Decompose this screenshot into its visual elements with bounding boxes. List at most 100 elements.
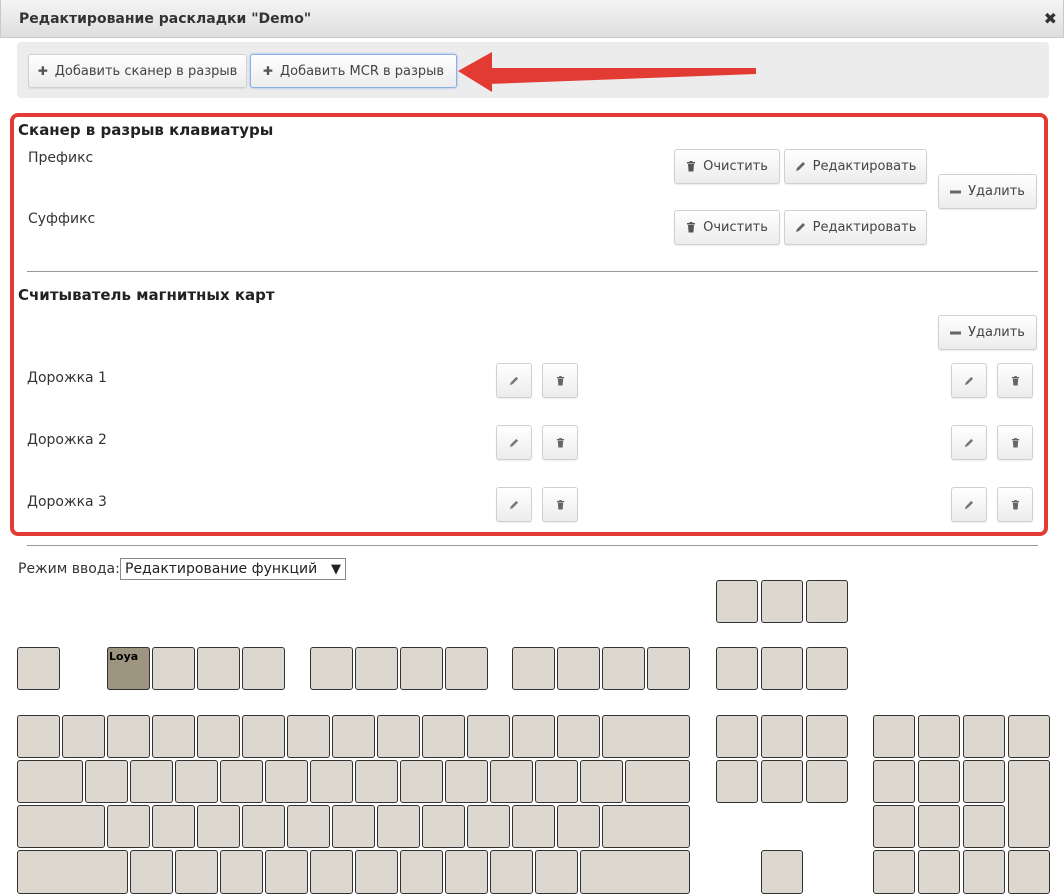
keyboard-key[interactable] — [963, 805, 1005, 848]
suffix-clear-button[interactable]: Очистить — [674, 210, 780, 245]
keyboard-key[interactable] — [535, 850, 578, 894]
keyboard-key[interactable] — [873, 760, 915, 803]
keyboard-key[interactable] — [355, 850, 398, 894]
keyboard-key[interactable] — [422, 805, 465, 848]
keyboard-key[interactable] — [107, 715, 150, 758]
keyboard-key[interactable] — [806, 647, 848, 690]
keyboard-key[interactable] — [17, 805, 105, 848]
keyboard-key[interactable] — [175, 850, 218, 894]
track-2-delete-button[interactable] — [997, 425, 1033, 460]
keyboard-key[interactable] — [963, 850, 1005, 894]
track-1-delete-button[interactable] — [997, 363, 1033, 398]
track-1-edit-button[interactable] — [496, 363, 532, 398]
keyboard-key[interactable] — [512, 805, 555, 848]
track-3-delete-button[interactable] — [542, 487, 578, 522]
keyboard-key[interactable] — [918, 760, 960, 803]
track-2-edit-button[interactable] — [496, 425, 532, 460]
keyboard-key[interactable] — [130, 850, 173, 894]
prefix-clear-button[interactable]: Очистить — [674, 149, 780, 184]
keyboard-key[interactable] — [197, 715, 240, 758]
keyboard-key[interactable] — [17, 715, 60, 758]
keyboard-key[interactable] — [287, 805, 330, 848]
keyboard-key[interactable] — [512, 647, 555, 690]
keyboard-key[interactable] — [467, 805, 510, 848]
mcr-delete-button[interactable]: Удалить — [938, 315, 1037, 350]
keyboard-key[interactable] — [197, 647, 240, 690]
keyboard-key[interactable] — [377, 715, 420, 758]
track-3-delete-button[interactable] — [997, 487, 1033, 522]
keyboard-key[interactable] — [445, 850, 488, 894]
keyboard-key[interactable] — [761, 715, 803, 758]
keyboard-key[interactable] — [1008, 850, 1050, 894]
keyboard-key[interactable] — [963, 760, 1005, 803]
keyboard-key[interactable] — [242, 715, 285, 758]
keyboard-key[interactable] — [17, 850, 128, 894]
keyboard-key[interactable] — [17, 647, 60, 690]
keyboard-key[interactable] — [400, 850, 443, 894]
keyboard-key[interactable] — [152, 805, 195, 848]
keyboard-key[interactable] — [963, 715, 1005, 758]
keyboard-key[interactable] — [580, 760, 623, 803]
keyboard-key[interactable] — [152, 715, 195, 758]
keyboard-key[interactable] — [557, 647, 600, 690]
keyboard-key[interactable] — [716, 580, 758, 623]
keyboard-key[interactable] — [355, 647, 398, 690]
keyboard-key[interactable] — [130, 760, 173, 803]
prefix-edit-button[interactable]: Редактировать — [784, 149, 927, 184]
keyboard-key[interactable] — [287, 715, 330, 758]
keyboard-key[interactable] — [310, 760, 353, 803]
track-3-edit-button[interactable] — [951, 487, 987, 522]
keyboard-key[interactable] — [873, 850, 915, 894]
keyboard-key[interactable] — [175, 760, 218, 803]
keyboard-key[interactable] — [761, 850, 803, 894]
keyboard-key[interactable] — [400, 760, 443, 803]
keyboard-key[interactable] — [580, 850, 690, 894]
keyboard-key[interactable] — [647, 647, 690, 690]
keyboard-key[interactable] — [918, 715, 960, 758]
keyboard-key[interactable] — [918, 805, 960, 848]
keyboard-key[interactable] — [355, 760, 398, 803]
track-2-edit-button[interactable] — [951, 425, 987, 460]
keyboard-key[interactable] — [557, 715, 600, 758]
keyboard-key[interactable] — [602, 647, 645, 690]
keyboard-key[interactable] — [490, 760, 533, 803]
track-3-edit-button[interactable] — [496, 487, 532, 522]
keyboard-key[interactable] — [220, 850, 263, 894]
keyboard-key[interactable] — [806, 580, 848, 623]
keyboard-key[interactable] — [107, 805, 150, 848]
keyboard-key[interactable] — [806, 715, 848, 758]
track-2-delete-button[interactable] — [542, 425, 578, 460]
add-mcr-button[interactable]: ✚ Добавить MCR в разрыв — [250, 54, 457, 88]
keyboard-key[interactable] — [422, 715, 465, 758]
keyboard-key[interactable] — [873, 805, 915, 848]
keyboard-key[interactable] — [1008, 760, 1050, 848]
keyboard-key[interactable] — [17, 760, 83, 803]
add-scanner-button[interactable]: ✚ Добавить сканер в разрыв — [28, 54, 247, 88]
suffix-edit-button[interactable]: Редактировать — [784, 210, 927, 245]
keyboard-key[interactable] — [62, 715, 105, 758]
keyboard-key[interactable] — [716, 715, 758, 758]
keyboard-key[interactable] — [445, 647, 488, 690]
keyboard-key[interactable] — [310, 647, 353, 690]
keyboard-key[interactable] — [490, 850, 533, 894]
keyboard-key[interactable] — [716, 760, 758, 803]
keyboard-key[interactable] — [557, 805, 600, 848]
keyboard-key[interactable] — [602, 715, 690, 758]
track-1-delete-button[interactable] — [542, 363, 578, 398]
input-mode-select[interactable]: Редактирование функций ▼ — [120, 558, 346, 580]
keyboard-key[interactable] — [152, 647, 195, 690]
keyboard-key[interactable] — [761, 760, 803, 803]
keyboard-key[interactable] — [197, 805, 240, 848]
keyboard-key[interactable] — [512, 715, 555, 758]
track-1-edit-button[interactable] — [951, 363, 987, 398]
keyboard-key[interactable] — [467, 715, 510, 758]
keyboard-key[interactable] — [85, 760, 128, 803]
keyboard-key[interactable] — [761, 647, 803, 690]
scanner-delete-button[interactable]: Удалить — [938, 174, 1037, 209]
keyboard-key[interactable] — [602, 805, 690, 848]
keyboard-key[interactable] — [625, 760, 690, 803]
keyboard-key[interactable] — [400, 647, 443, 690]
keyboard-key[interactable] — [535, 760, 578, 803]
close-icon[interactable]: ✖ — [1044, 9, 1057, 28]
keyboard-key[interactable] — [242, 647, 285, 690]
